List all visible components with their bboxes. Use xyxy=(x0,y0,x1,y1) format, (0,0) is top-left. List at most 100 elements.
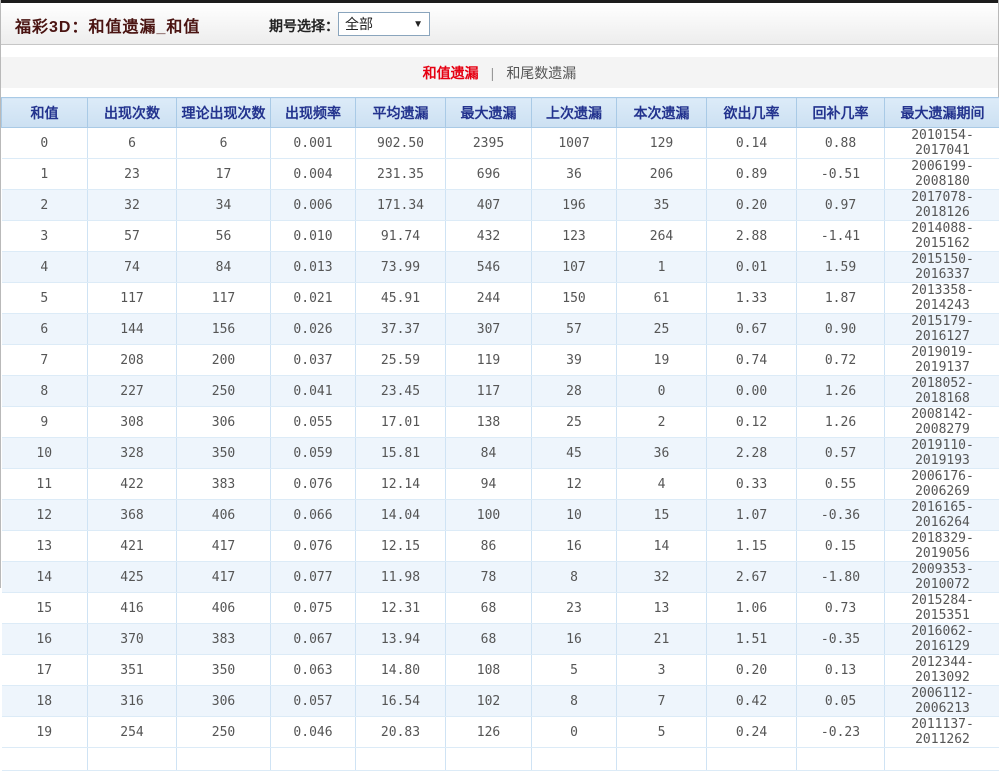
cell: 0.55 xyxy=(797,469,885,500)
cell: -1.41 xyxy=(797,221,885,252)
column-header: 和值 xyxy=(2,98,88,128)
cell: 208 xyxy=(88,345,177,376)
tab-sum-tail-omission[interactable]: 和尾数遗漏 xyxy=(506,63,576,83)
cell: 422 xyxy=(88,469,177,500)
chevron-down-icon: ▼ xyxy=(413,19,423,30)
cell: 14.80 xyxy=(356,655,446,686)
cell: 32 xyxy=(88,190,177,221)
cell: 12.14 xyxy=(356,469,446,500)
cell: 231.35 xyxy=(356,159,446,190)
table-row: 192542500.04620.83126050.24-0.232011137-… xyxy=(2,717,999,748)
cell: 0.010 xyxy=(271,221,356,252)
cell: 546 xyxy=(446,252,532,283)
cell: 0.041 xyxy=(271,376,356,407)
cell xyxy=(177,748,271,771)
cell: 2006199-2008180 xyxy=(885,159,999,190)
page-header: 福彩3D：和值遗漏_和值 期号选择： 全部 ▼ xyxy=(1,3,998,45)
cell: 16 xyxy=(2,624,88,655)
cell: 16 xyxy=(532,531,617,562)
cell: 17.01 xyxy=(356,407,446,438)
column-header: 欲出几率 xyxy=(707,98,797,128)
cell: 19 xyxy=(617,345,707,376)
cell: 8 xyxy=(2,376,88,407)
cell: 2018052-2018168 xyxy=(885,376,999,407)
cell: 138 xyxy=(446,407,532,438)
cell: 57 xyxy=(88,221,177,252)
cell: 171.34 xyxy=(356,190,446,221)
cell: 902.50 xyxy=(356,128,446,159)
cell: 0.037 xyxy=(271,345,356,376)
table-row: 72082000.03725.5911939190.740.722019019-… xyxy=(2,345,999,376)
table-row: 123170.004231.35696362060.89-0.512006199… xyxy=(2,159,999,190)
table-row: 474840.01373.9954610710.011.592015150-20… xyxy=(2,252,999,283)
cell: 4 xyxy=(2,252,88,283)
cell: 0.15 xyxy=(797,531,885,562)
cell: 406 xyxy=(177,500,271,531)
cell: 316 xyxy=(88,686,177,717)
cell: 0.72 xyxy=(797,345,885,376)
cell: 306 xyxy=(177,686,271,717)
cell: 1.33 xyxy=(707,283,797,314)
cell: 9 xyxy=(2,407,88,438)
cell: 13 xyxy=(617,593,707,624)
cell: 108 xyxy=(446,655,532,686)
cell: 350 xyxy=(177,438,271,469)
cell: 0.076 xyxy=(271,531,356,562)
cell: 0.075 xyxy=(271,593,356,624)
cell: 254 xyxy=(88,717,177,748)
cell: 0.20 xyxy=(707,190,797,221)
cell: 1.87 xyxy=(797,283,885,314)
cell: 73.99 xyxy=(356,252,446,283)
cell: 150 xyxy=(532,283,617,314)
cell: 196 xyxy=(532,190,617,221)
column-header: 出现次数 xyxy=(88,98,177,128)
cell: 45 xyxy=(532,438,617,469)
column-header: 最大遗漏 xyxy=(446,98,532,128)
cell xyxy=(2,748,88,771)
table-row: 154164060.07512.316823131.060.732015284-… xyxy=(2,593,999,624)
cell: 2016165-2016264 xyxy=(885,500,999,531)
cell: 12.31 xyxy=(356,593,446,624)
column-header: 平均遗漏 xyxy=(356,98,446,128)
table-row: 61441560.02637.3730757250.670.902015179-… xyxy=(2,314,999,345)
cell: 1007 xyxy=(532,128,617,159)
cell: 36 xyxy=(617,438,707,469)
cell: 1 xyxy=(617,252,707,283)
cell: 696 xyxy=(446,159,532,190)
cell: 0.12 xyxy=(707,407,797,438)
cell: 28 xyxy=(532,376,617,407)
cell: 6 xyxy=(177,128,271,159)
cell: 0.055 xyxy=(271,407,356,438)
cell: 383 xyxy=(177,469,271,500)
column-header: 本次遗漏 xyxy=(617,98,707,128)
cell: 0.059 xyxy=(271,438,356,469)
cell: 12.15 xyxy=(356,531,446,562)
cell: 1.59 xyxy=(797,252,885,283)
table-row: 0660.001902.50239510071290.140.882010154… xyxy=(2,128,999,159)
cell: 4 xyxy=(617,469,707,500)
cell: 119 xyxy=(446,345,532,376)
cell: 250 xyxy=(177,717,271,748)
cell: 2006176-2006269 xyxy=(885,469,999,500)
table-row: 357560.01091.744321232642.88-1.412014088… xyxy=(2,221,999,252)
cell: 2012344-2013092 xyxy=(885,655,999,686)
tab-sum-omission[interactable]: 和值遗漏 xyxy=(423,63,479,83)
period-select-dropdown[interactable]: 全部 ▼ xyxy=(338,12,430,36)
cell: 200 xyxy=(177,345,271,376)
cell: 1 xyxy=(2,159,88,190)
cell: 2008142-2008279 xyxy=(885,407,999,438)
cell: 2.28 xyxy=(707,438,797,469)
table-row: 114223830.07612.14941240.330.552006176-2… xyxy=(2,469,999,500)
cell: 13.94 xyxy=(356,624,446,655)
cell: 308 xyxy=(88,407,177,438)
cell: 2015150-2016337 xyxy=(885,252,999,283)
table-row: 51171170.02145.91244150611.331.872013358… xyxy=(2,283,999,314)
cell: 0.33 xyxy=(707,469,797,500)
table-header-row: 和值出现次数理论出现次数出现频率平均遗漏最大遗漏上次遗漏本次遗漏欲出几率回补几率… xyxy=(2,98,999,128)
tab-separator: | xyxy=(491,65,495,81)
period-select-label: 期号选择： xyxy=(269,16,339,36)
tab-bar: 和值遗漏 | 和尾数遗漏 xyxy=(1,57,998,88)
cell: 0.57 xyxy=(797,438,885,469)
cell: 2 xyxy=(617,407,707,438)
cell: 250 xyxy=(177,376,271,407)
